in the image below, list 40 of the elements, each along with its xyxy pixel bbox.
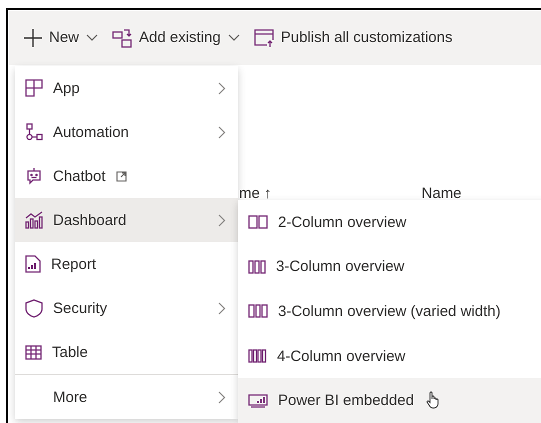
add-existing-icon (112, 28, 132, 48)
menu-item[interactable]: 4-Column overview (238, 334, 541, 378)
chevron-down-icon (86, 34, 98, 42)
toolbar-button[interactable]: Add existing (112, 28, 240, 48)
hand-cursor-icon (426, 391, 440, 410)
three-column-icon (248, 304, 268, 318)
two-column-icon (248, 215, 268, 230)
chevron-right-icon (218, 302, 226, 314)
menu-item[interactable]: Security (15, 286, 238, 330)
toolbar-button[interactable]: New (24, 28, 98, 46)
flow-icon (25, 123, 43, 141)
menu-item[interactable]: 2-Column overview (238, 200, 541, 245)
three-column-icon (248, 260, 266, 274)
report-icon (25, 255, 41, 273)
chevron-right-icon (218, 82, 226, 94)
dashboard-icon (25, 211, 43, 229)
column-header[interactable]: Name (422, 185, 462, 202)
chevron-down-icon (228, 34, 240, 42)
monitor-chart-icon (248, 394, 268, 408)
external-link-icon (116, 170, 127, 182)
column-header[interactable]: me ↑ (239, 185, 272, 202)
chevron-right-icon (218, 126, 226, 138)
table-icon (25, 344, 42, 360)
menu-item[interactable]: Report (15, 242, 238, 286)
chevron-right-icon (218, 390, 226, 404)
menu-item[interactable]: Automation (15, 110, 238, 154)
menu-item[interactable]: More (15, 374, 238, 419)
shield-icon (25, 298, 43, 318)
toolbar-button[interactable]: Publish all customizations (254, 28, 452, 48)
bot-icon (25, 167, 43, 185)
menu-item[interactable]: Dashboard (15, 198, 238, 242)
menu-item[interactable]: Table (15, 330, 238, 374)
four-column-icon (248, 349, 267, 364)
menu-item[interactable]: App (15, 66, 238, 110)
menu-item[interactable]: Chatbot (15, 154, 238, 198)
app-icon (25, 79, 43, 97)
publish-icon (254, 28, 274, 48)
plus-icon (24, 28, 42, 46)
menu-item[interactable]: Power BI embedded (238, 378, 541, 423)
chevron-right-icon (218, 214, 226, 226)
